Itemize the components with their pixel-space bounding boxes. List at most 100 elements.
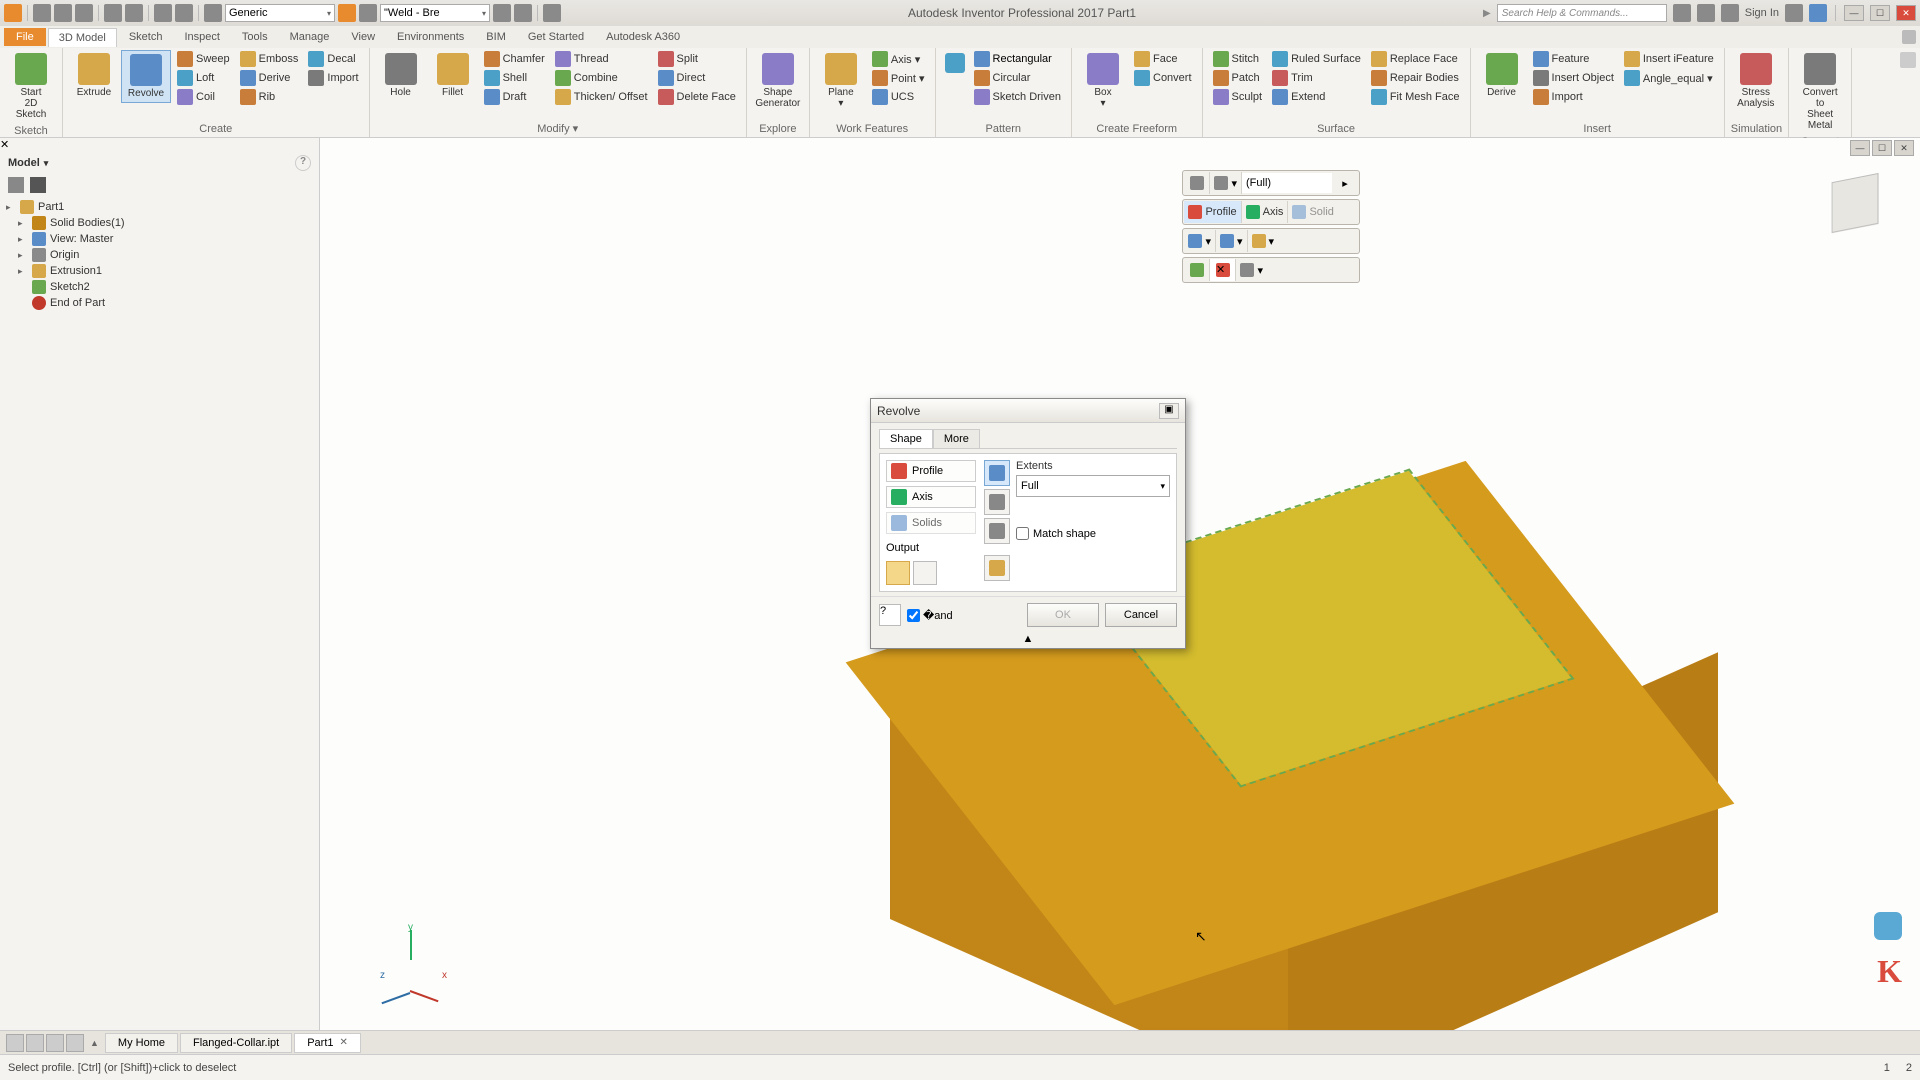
- repair-bodies-button[interactable]: Repair Bodies: [1367, 69, 1464, 87]
- qat-undo-icon[interactable]: [104, 4, 122, 22]
- op-newsolid-icon[interactable]: [984, 555, 1010, 581]
- qat-redo-icon[interactable]: [125, 4, 143, 22]
- ribbon-expand-icon[interactable]: [1900, 52, 1916, 68]
- qat-save-icon[interactable]: [75, 4, 93, 22]
- close-button[interactable]: ✕: [1896, 5, 1916, 21]
- doc-tab-close-icon[interactable]: ✕: [340, 1037, 348, 1048]
- tab-bim[interactable]: BIM: [476, 28, 516, 46]
- dialog-expand-icon[interactable]: ▲: [871, 633, 1185, 648]
- doctab-up-icon[interactable]: ▲: [86, 1038, 103, 1048]
- qat-plus-icon[interactable]: [543, 4, 561, 22]
- face-button[interactable]: Face: [1130, 50, 1196, 68]
- sketch-driven-button[interactable]: Sketch Driven: [970, 88, 1065, 106]
- convert-sheetmetal-button[interactable]: Convert to Sheet Metal: [1795, 50, 1845, 134]
- tree-root[interactable]: ▸Part1: [4, 199, 315, 215]
- doc-close-icon[interactable]: ✕: [1894, 140, 1914, 156]
- op-intersect-icon[interactable]: [984, 518, 1010, 544]
- tab-get-started[interactable]: Get Started: [518, 28, 594, 46]
- axis-button[interactable]: Axis ▾: [868, 50, 929, 68]
- split-button[interactable]: Split: [654, 50, 740, 68]
- extrude-button[interactable]: Extrude: [69, 50, 119, 101]
- doctab-icon-4[interactable]: [66, 1034, 84, 1052]
- qat-color-icon[interactable]: [359, 4, 377, 22]
- appearance-dropdown[interactable]: "Weld - Bre: [380, 4, 490, 22]
- coil-button[interactable]: Coil: [173, 88, 234, 106]
- mirror-button[interactable]: [942, 50, 968, 76]
- help-search-input[interactable]: [1497, 4, 1667, 22]
- match-shape-checkbox[interactable]: [1016, 527, 1029, 540]
- material-dropdown[interactable]: Generic: [225, 4, 335, 22]
- mini-cancel-icon[interactable]: ✕: [1210, 259, 1236, 281]
- dialog-tab-more[interactable]: More: [933, 429, 980, 448]
- mini-extents-input[interactable]: [1242, 173, 1332, 193]
- tree-origin[interactable]: ▸Origin: [4, 247, 315, 263]
- tab-a360[interactable]: Autodesk A360: [596, 28, 690, 46]
- app-icon[interactable]: [4, 4, 22, 22]
- tree-end-of-part[interactable]: End of Part: [4, 295, 315, 311]
- doc-minimize-icon[interactable]: —: [1850, 140, 1870, 156]
- stress-analysis-button[interactable]: Stress Analysis: [1731, 50, 1781, 112]
- rib-button[interactable]: Rib: [236, 88, 303, 106]
- insert-object-button[interactable]: Insert Object: [1529, 69, 1618, 87]
- file-tab[interactable]: File: [4, 28, 46, 46]
- point-button[interactable]: Point ▾: [868, 69, 929, 87]
- plane-button[interactable]: Plane ▾: [816, 50, 866, 112]
- star-icon[interactable]: [1673, 4, 1691, 22]
- import-insert-button[interactable]: Import: [1529, 88, 1618, 106]
- sculpt-button[interactable]: Sculpt: [1209, 88, 1267, 106]
- select-solids-button[interactable]: Solids: [886, 512, 976, 534]
- angle-equal-button[interactable]: Angle_equal ▾: [1620, 69, 1718, 87]
- fillet-button[interactable]: Fillet: [428, 50, 478, 101]
- mini-menu-icon[interactable]: ▾: [1236, 259, 1267, 281]
- feature-button[interactable]: Feature: [1529, 50, 1618, 68]
- convert-button[interactable]: Convert: [1130, 69, 1196, 87]
- replace-face-button[interactable]: Replace Face: [1367, 50, 1464, 68]
- mini-join-icon[interactable]: ▾: [1184, 230, 1216, 252]
- mini-profile-button[interactable]: Profile: [1184, 201, 1241, 223]
- key-icon[interactable]: [1697, 4, 1715, 22]
- chamfer-button[interactable]: Chamfer: [480, 50, 549, 68]
- help-bubble-icon[interactable]: [1874, 912, 1902, 940]
- doc-tab-flanged-collar[interactable]: Flanged-Collar.ipt: [180, 1033, 292, 1053]
- select-axis-button[interactable]: Axis: [886, 486, 976, 508]
- draft-button[interactable]: Draft: [480, 88, 549, 106]
- import-button[interactable]: Import: [304, 69, 362, 87]
- mini-play-icon[interactable]: ▾: [1210, 172, 1242, 194]
- viewport[interactable]: — ☐ ✕ ▾ ▸ Profile Axis Solid: [320, 138, 1920, 1030]
- op-cut-icon[interactable]: [984, 489, 1010, 515]
- start-2d-sketch-button[interactable]: Start 2D Sketch: [6, 50, 56, 123]
- find-icon[interactable]: [30, 177, 46, 193]
- trim-button[interactable]: Trim: [1268, 69, 1365, 87]
- ucs-button[interactable]: UCS: [868, 88, 929, 106]
- thread-button[interactable]: Thread: [551, 50, 652, 68]
- tab-manage[interactable]: Manage: [280, 28, 340, 46]
- help-icon[interactable]: [1809, 4, 1827, 22]
- circular-pattern-button[interactable]: Circular: [970, 69, 1065, 87]
- tab-environments[interactable]: Environments: [387, 28, 474, 46]
- ribbon-options-icon[interactable]: [1902, 30, 1916, 44]
- doctab-icon-1[interactable]: [6, 1034, 24, 1052]
- select-profile-button[interactable]: Profile: [886, 460, 976, 482]
- stitch-button[interactable]: Stitch: [1209, 50, 1267, 68]
- sweep-button[interactable]: Sweep: [173, 50, 234, 68]
- browser-help-icon[interactable]: ?: [295, 155, 311, 171]
- doctab-icon-2[interactable]: [26, 1034, 44, 1052]
- qat-new-icon[interactable]: [33, 4, 51, 22]
- dialog-tab-shape[interactable]: Shape: [879, 429, 933, 448]
- decal-button[interactable]: Decal: [304, 50, 362, 68]
- mini-direction-icon[interactable]: ▾: [1248, 230, 1279, 252]
- derive-insert-button[interactable]: Derive: [1477, 50, 1527, 101]
- cancel-button[interactable]: Cancel: [1105, 603, 1177, 627]
- qat-select-icon[interactable]: [175, 4, 193, 22]
- browser-model-dropdown[interactable]: Model▾ ?: [0, 151, 319, 175]
- rectangular-pattern-button[interactable]: Rectangular: [970, 50, 1065, 68]
- tab-view[interactable]: View: [341, 28, 385, 46]
- qat-measure-icon[interactable]: [493, 4, 511, 22]
- dialog-titlebar[interactable]: Revolve ▣: [871, 399, 1185, 423]
- sign-in-link[interactable]: Sign In: [1745, 7, 1779, 19]
- dialog-help-icon[interactable]: ?: [879, 604, 901, 626]
- tab-tools[interactable]: Tools: [232, 28, 278, 46]
- derive-button[interactable]: Derive: [236, 69, 303, 87]
- tree-solid-bodies[interactable]: ▸Solid Bodies(1): [4, 215, 315, 231]
- minimize-button[interactable]: —: [1844, 5, 1864, 21]
